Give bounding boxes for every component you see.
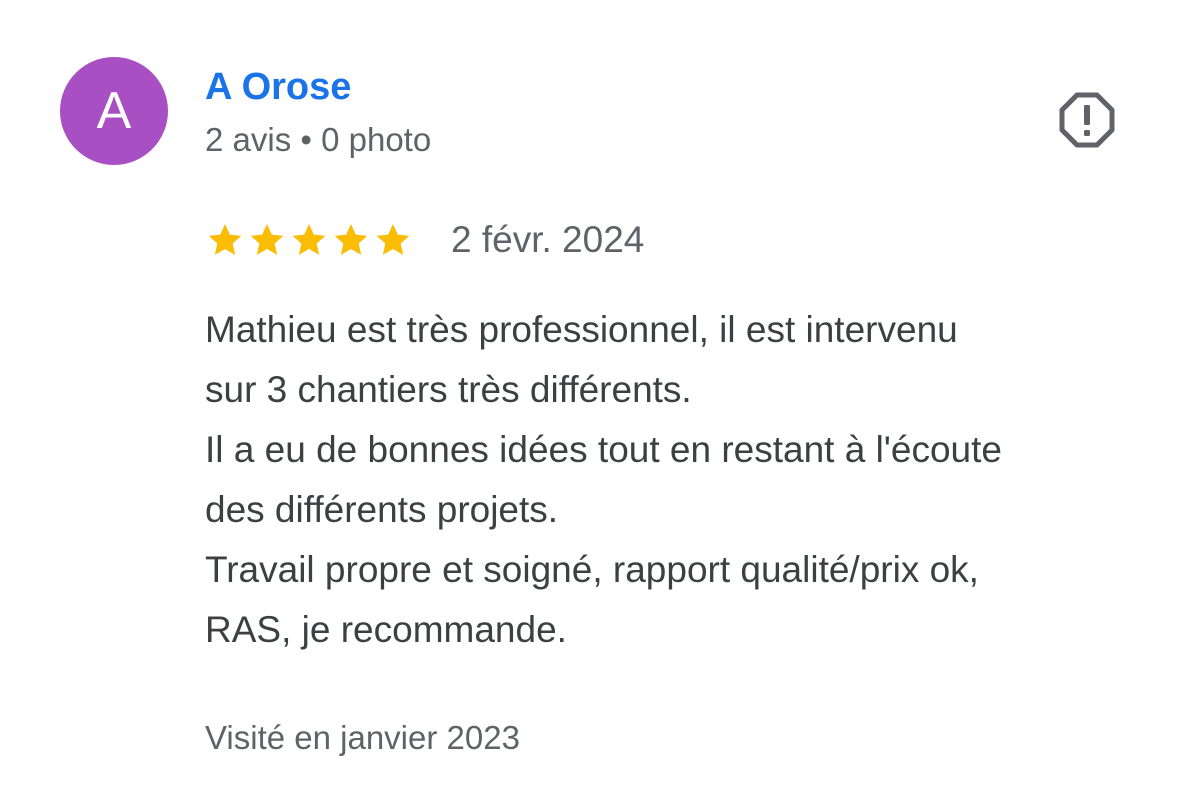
reviewer-meta: 2 avis • 0 photo: [205, 121, 432, 158]
review-date: 2 févr. 2024: [451, 219, 645, 260]
star-icon: [334, 224, 368, 255]
review-line: des différents projets.: [205, 489, 559, 530]
star-icon: [208, 224, 242, 255]
review-line: sur 3 chantiers très différents.: [205, 369, 692, 410]
review-card: A A Orose 2 avis • 0 photo 2 févr. 2024 …: [0, 0, 1187, 811]
review-line: RAS, je recommande.: [205, 609, 567, 650]
review-line: Mathieu est très professionnel, il est i…: [205, 309, 958, 350]
star-icon: [376, 224, 410, 255]
star-rating: [205, 220, 413, 260]
avatar-letter: A: [96, 82, 132, 140]
report-flag-icon: [1059, 92, 1115, 148]
star-icon: [250, 224, 284, 255]
avatar[interactable]: A: [60, 57, 168, 165]
review-line: Il a eu de bonnes idées tout en restant …: [205, 429, 1002, 470]
rating-row: 2 févr. 2024: [205, 217, 644, 263]
review-line: Travail propre et soigné, rapport qualit…: [205, 549, 979, 590]
star-icon: [292, 224, 326, 255]
report-button[interactable]: [1058, 91, 1116, 149]
visit-info: Visité en janvier 2023: [205, 719, 520, 756]
review-text: Mathieu est très professionnel, il est i…: [205, 300, 1165, 660]
reviewer-name[interactable]: A Orose: [205, 64, 351, 110]
